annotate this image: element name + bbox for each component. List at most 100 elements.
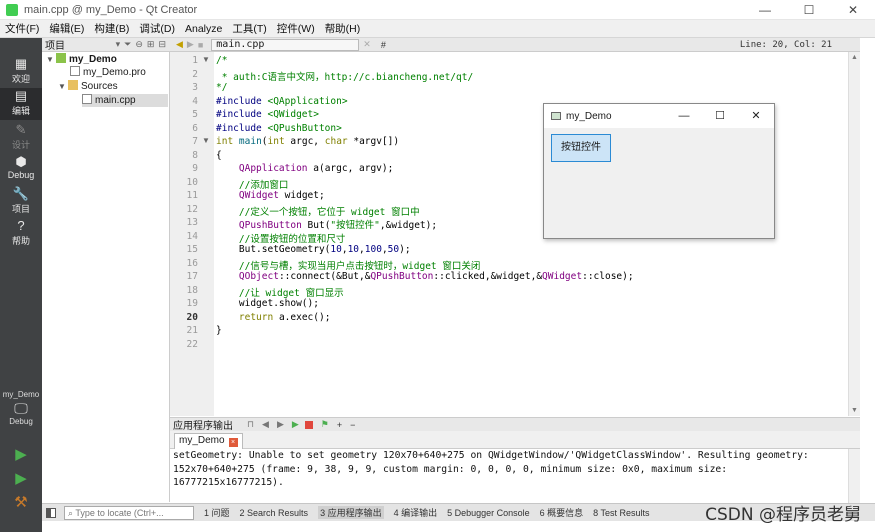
- filter-icon[interactable]: ⏷: [124, 39, 131, 50]
- mode-help[interactable]: ? 帮助: [0, 218, 42, 250]
- code-token: QWidget: [238, 190, 279, 201]
- mode-projects[interactable]: 🔧 项目: [0, 186, 42, 218]
- fold-marker-icon[interactable]: ▼: [202, 136, 210, 145]
- cursor-position: Line: 20, Col: 21: [739, 39, 832, 50]
- demo-minimize-button[interactable]: —: [666, 104, 702, 128]
- mode-welcome[interactable]: ▦ 欢迎: [0, 56, 42, 88]
- tree-item-sources[interactable]: ▼ Sources: [58, 80, 118, 93]
- line-number: 4: [192, 95, 198, 107]
- output-vertical-scrollbar[interactable]: [848, 449, 860, 503]
- dropdown-arrow-icon[interactable]: ▾: [116, 39, 121, 50]
- file-icon: [70, 66, 80, 76]
- menu-widgets[interactable]: 控件(W): [272, 21, 320, 36]
- debug-run-icon[interactable]: ▶: [12, 470, 30, 488]
- menu-file[interactable]: 文件(F): [0, 21, 44, 36]
- close-document-icon[interactable]: ✕: [363, 39, 371, 50]
- code-token: a.exec();: [273, 311, 331, 323]
- code-token: 50: [387, 244, 400, 255]
- mode-design[interactable]: ✎ 设计: [0, 122, 42, 154]
- sidebar-toggle-icon[interactable]: [46, 507, 56, 518]
- code-token: argc,: [284, 136, 325, 147]
- chevron-down-icon[interactable]: ▼: [58, 80, 68, 93]
- forward-arrow-icon[interactable]: ▶: [187, 39, 194, 50]
- attach-icon[interactable]: ⊓: [247, 419, 254, 430]
- demo-push-button[interactable]: 按钮控件: [551, 134, 611, 162]
- link-icon[interactable]: ⊖: [135, 39, 143, 50]
- code-token: //设置按钮的位置和尺寸: [238, 233, 346, 245]
- chevron-down-icon[interactable]: ▼: [46, 53, 56, 66]
- fold-marker-icon[interactable]: ▼: [202, 55, 210, 64]
- zoom-in-icon[interactable]: +: [337, 420, 342, 430]
- line-number-gutter: 1 ▼ 2 3 4 5 6 7 ▼ 8 9 10 11 12 13 14 15 16 17 18 19 20 21 22: [170, 52, 214, 416]
- mode-edit[interactable]: ▤ 编辑: [0, 88, 42, 120]
- status-tab-issues[interactable]: 1 问题: [204, 506, 230, 519]
- folder-icon: [68, 80, 78, 90]
- kit-selector[interactable]: my_Demo 🖵 Debug: [0, 390, 42, 426]
- line-number: 11: [186, 190, 198, 201]
- scroll-down-icon[interactable]: ▼: [851, 407, 858, 414]
- back-arrow-icon[interactable]: ◀: [176, 39, 183, 50]
- split-icon[interactable]: ⊞: [147, 39, 155, 50]
- code-line: int main(int argc, char *argv[]): [216, 136, 399, 147]
- minimize-button[interactable]: —: [743, 0, 787, 20]
- next-icon[interactable]: ▶: [277, 419, 284, 430]
- menu-analyze[interactable]: Analyze: [180, 23, 227, 35]
- demo-close-button[interactable]: ✕: [738, 104, 774, 128]
- mode-debug[interactable]: ⬢ Debug: [0, 154, 42, 186]
- rerun-icon[interactable]: ▶: [292, 419, 299, 430]
- prev-icon[interactable]: ◀: [262, 419, 269, 430]
- kit-build-mode: Debug: [9, 417, 33, 426]
- output-line: 16777215x16777215).: [173, 477, 284, 488]
- editor-vertical-scrollbar[interactable]: ▲ ▼: [848, 52, 860, 416]
- scroll-up-icon[interactable]: ▲: [851, 54, 858, 61]
- menu-debug[interactable]: 调试(D): [134, 21, 180, 36]
- symbol-selector[interactable]: #: [381, 40, 386, 50]
- status-tab-general-messages[interactable]: 6 概要信息: [540, 506, 584, 519]
- maximize-button[interactable]: ☐: [787, 0, 831, 20]
- menu-tools[interactable]: 工具(T): [227, 21, 271, 36]
- code-token: 100: [364, 244, 382, 255]
- line-number: 8: [192, 149, 198, 161]
- zoom-out-icon[interactable]: −: [350, 420, 355, 430]
- code-token: <QWidget>: [267, 109, 319, 120]
- mode-bar: ▦ 欢迎 ▤ 编辑 ✎ 设计 ⬢ Debug 🔧 项目 ? 帮助 my_Demo…: [0, 38, 42, 532]
- demo-title-bar: my_Demo — ☐ ✕: [544, 104, 774, 128]
- demo-maximize-button[interactable]: ☐: [702, 104, 738, 128]
- tree-item-pro-file[interactable]: my_Demo.pro: [70, 66, 146, 79]
- kit-project-name: my_Demo: [2, 390, 40, 399]
- code-token: <QPushButton>: [267, 122, 342, 134]
- menu-help[interactable]: 帮助(H): [320, 21, 366, 36]
- close-button[interactable]: ✕: [831, 0, 875, 20]
- run-icon[interactable]: ▶: [12, 446, 30, 464]
- code-line: */: [216, 82, 227, 93]
- status-tab-compile-output[interactable]: 4 编译输出: [394, 506, 438, 519]
- menu-edit[interactable]: 编辑(E): [44, 21, 89, 36]
- locator-input[interactable]: ⌕ Type to locate (Ctrl+...: [64, 505, 194, 520]
- tree-item-main-cpp[interactable]: main.cpp: [82, 94, 168, 107]
- project-pane-header: 项目 ▾ ⏷ ⊖ ⊞ ⊟: [42, 38, 170, 52]
- close-pane-icon[interactable]: ⊟: [158, 39, 166, 50]
- output-tab-my-demo[interactable]: my_Demo ×: [174, 433, 243, 449]
- debug-output-icon[interactable]: ⚑: [321, 419, 329, 430]
- code-token: widget;: [278, 190, 325, 201]
- stop-icon[interactable]: [304, 420, 313, 429]
- build-hammer-icon[interactable]: ⚒: [12, 494, 30, 512]
- code-token: But.setGeometry(: [216, 244, 331, 255]
- code-line: //让 widget 窗口显示: [216, 285, 344, 299]
- open-file-selector[interactable]: main.cpp: [211, 38, 360, 51]
- code-line: //定义一个按钮，它位于 widget 窗口中: [216, 204, 420, 218]
- code-token: a(argc, argv);: [307, 163, 394, 174]
- application-output[interactable]: setGeometry: Unable to set geometry 120x…: [170, 449, 848, 503]
- output-pane-title: 应用程序输出: [173, 421, 233, 432]
- close-tab-icon[interactable]: ×: [228, 438, 238, 447]
- status-tab-debugger-console[interactable]: 5 Debugger Console: [447, 508, 530, 518]
- menu-build[interactable]: 构建(B): [89, 21, 134, 36]
- status-tab-app-output[interactable]: 3 应用程序输出: [318, 506, 384, 519]
- line-number: 10: [186, 176, 198, 188]
- status-tab-test-results[interactable]: 8 Test Results: [593, 508, 649, 518]
- tree-item-project[interactable]: ▼ my_Demo: [46, 53, 117, 66]
- line-number: 17: [186, 271, 198, 282]
- status-tab-search-results[interactable]: 2 Search Results: [240, 508, 309, 518]
